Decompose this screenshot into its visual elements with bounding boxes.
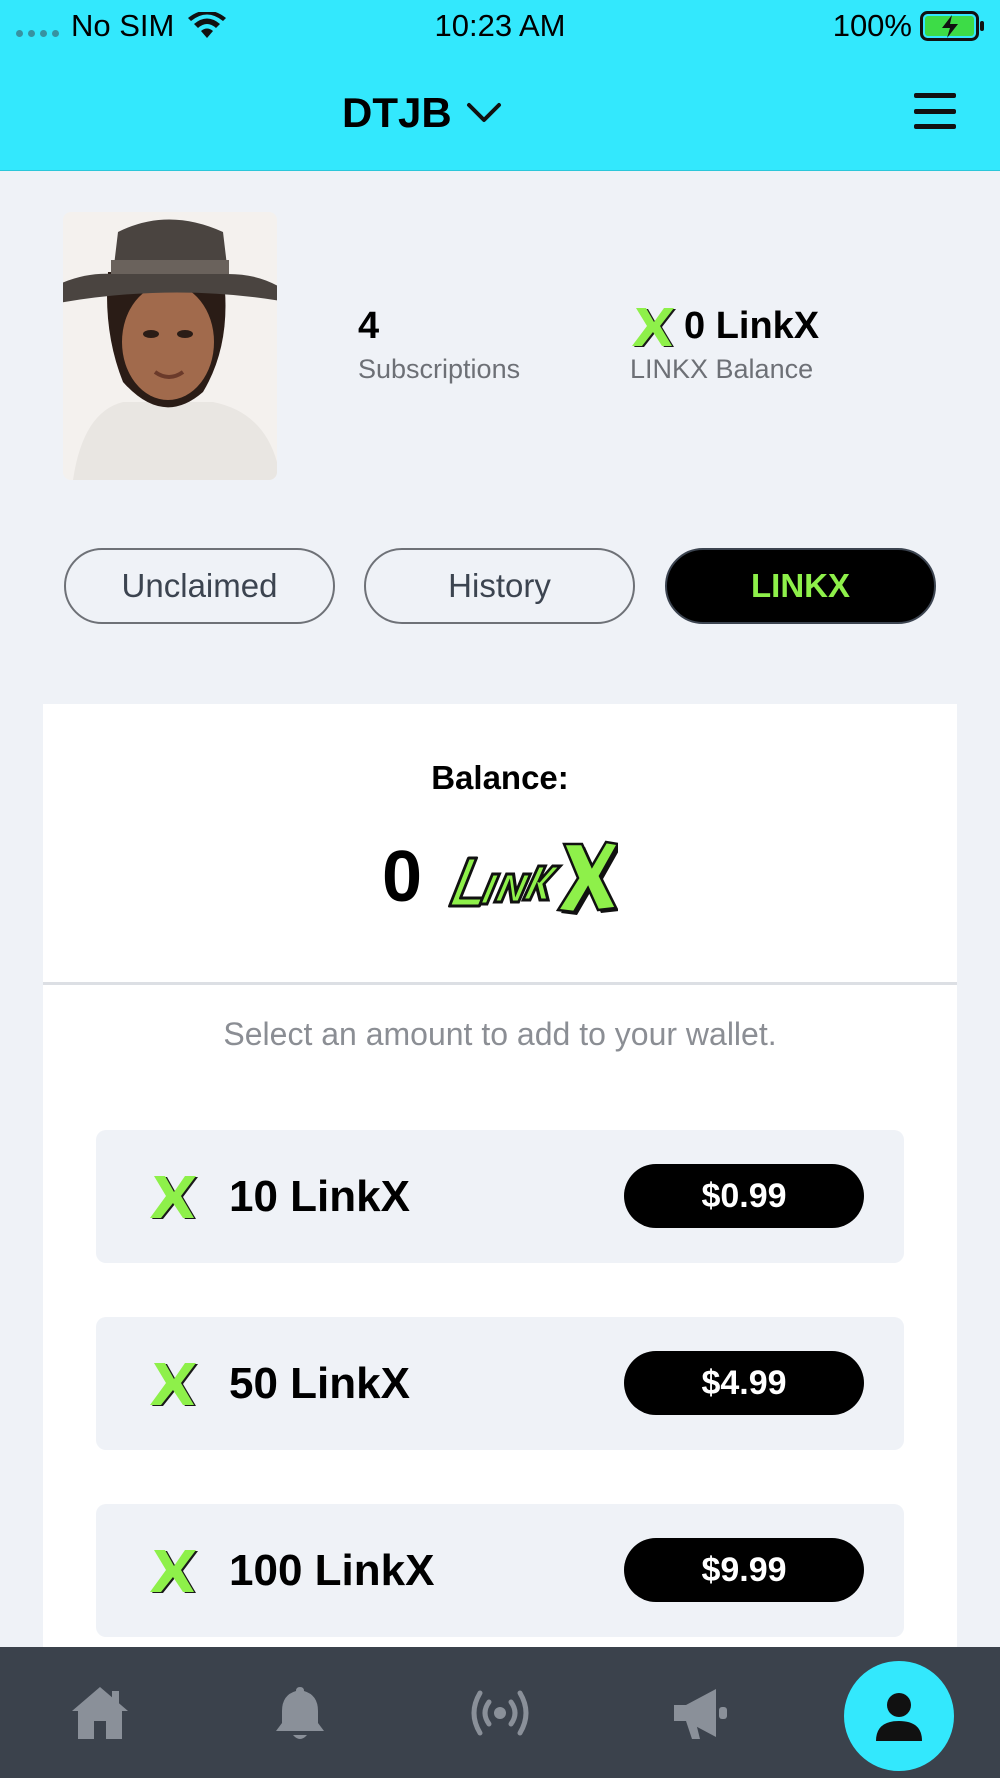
subscriptions-stat: 4 Subscriptions xyxy=(358,304,520,385)
package-amount: 50 LinkX xyxy=(229,1358,410,1408)
linkx-x-icon xyxy=(150,1176,198,1219)
tab-linkx[interactable]: LINKX xyxy=(665,548,936,624)
subscriptions-label: Subscriptions xyxy=(358,354,521,384)
price-button[interactable]: $9.99 xyxy=(624,1538,864,1602)
battery-charging-icon xyxy=(920,11,984,41)
chevron-down-icon xyxy=(466,103,501,122)
tab-unclaimed[interactable]: Unclaimed xyxy=(64,548,335,624)
hamburger-menu-icon[interactable] xyxy=(914,93,956,129)
avatar xyxy=(63,212,277,480)
balance-value: 0 xyxy=(381,837,423,917)
package-10-linkx[interactable]: 10 LinkX $0.99 xyxy=(96,1130,904,1263)
megaphone-icon xyxy=(674,1688,727,1739)
battery-percent: 100% xyxy=(832,8,912,43)
bottom-nav xyxy=(0,1647,1000,1778)
tab-history[interactable]: History xyxy=(364,548,635,624)
account-switcher[interactable]: DTJB xyxy=(342,86,502,140)
linkx-logo xyxy=(448,840,619,915)
linkx-x-icon xyxy=(150,1550,198,1593)
nav-live[interactable] xyxy=(440,1647,560,1778)
package-amount: 100 LinkX xyxy=(229,1545,435,1595)
nav-profile[interactable] xyxy=(844,1661,954,1771)
linkx-balance-value: 0 LinkX xyxy=(684,305,820,347)
nav-home[interactable] xyxy=(40,1647,160,1778)
linkx-x-icon xyxy=(632,308,676,347)
nav-announcements[interactable] xyxy=(640,1647,760,1778)
status-bar: No SIM 10:23 AM 100% xyxy=(0,0,1000,52)
divider xyxy=(43,982,957,985)
profile-icon xyxy=(876,1693,922,1741)
linkx-x-icon xyxy=(150,1363,198,1406)
linkx-balance-label: LINKX Balance xyxy=(630,354,814,384)
package-amount: 10 LinkX xyxy=(229,1171,410,1221)
package-100-linkx[interactable]: 100 LinkX $9.99 xyxy=(96,1504,904,1637)
price-button[interactable]: $0.99 xyxy=(624,1164,864,1228)
package-50-linkx[interactable]: 50 LinkX $4.99 xyxy=(96,1317,904,1450)
home-icon xyxy=(72,1686,128,1739)
top-bar: No SIM 10:23 AM 100% DTJB xyxy=(0,0,1000,171)
broadcast-icon xyxy=(471,1690,529,1735)
subscriptions-count: 4 xyxy=(358,305,380,347)
account-name: DTJB xyxy=(342,89,452,136)
wallet-card: Balance: 0 Select an amount to add to yo… xyxy=(43,704,957,1778)
wallet-hint: Select an amount to add to your wallet. xyxy=(223,1016,777,1052)
price-button[interactable]: $4.99 xyxy=(624,1351,864,1415)
balance-label: Balance: xyxy=(431,759,569,796)
bell-icon xyxy=(276,1686,324,1739)
linkx-balance-stat: 0 LinkX LINKX Balance xyxy=(630,304,819,385)
nav-notifications[interactable] xyxy=(240,1647,360,1778)
